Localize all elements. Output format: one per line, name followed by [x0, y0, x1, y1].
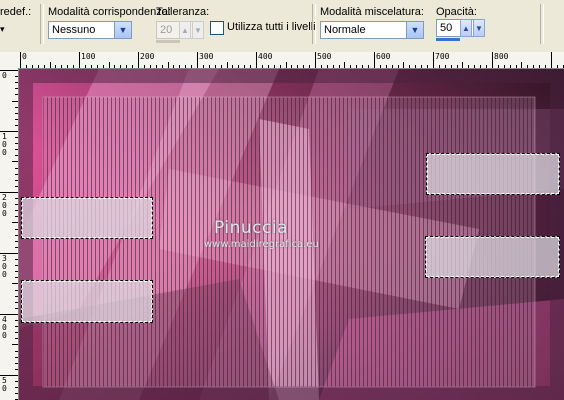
ruler-top-label: 400 — [258, 52, 273, 61]
match-mode-label: Modalità corrispondenza: — [48, 6, 171, 18]
blend-mode-value: Normale — [324, 24, 366, 36]
match-mode-value: Nessuno — [52, 24, 96, 36]
ruler-left-label: 4 0 0 — [2, 315, 7, 340]
blend-mode-select[interactable]: Normale ▼ — [320, 21, 424, 39]
ruler-left-label: 0 — [2, 71, 7, 80]
spinner-up-icon[interactable]: ▲ — [460, 19, 472, 37]
tolerance-spinner[interactable]: 20 ▲ ▼ — [156, 21, 204, 39]
ruler-top-label: 100 — [81, 52, 96, 61]
ruler-left-label: 5 0 — [2, 376, 7, 393]
chevron-down-icon[interactable]: ▼ — [114, 22, 131, 38]
image-canvas[interactable]: Pinuccia www.maidiregrafica.eu — [19, 69, 564, 400]
preset-label: redef.: — [0, 6, 32, 18]
spinner-down-icon[interactable]: ▼ — [473, 19, 485, 37]
tolerance-value: 20 — [160, 24, 173, 36]
spinner-arrows[interactable]: ▲ ▼ — [459, 19, 485, 37]
watermark-title: Pinuccia — [214, 218, 288, 238]
spinner-down-icon[interactable]: ▼ — [192, 21, 204, 39]
ruler-top-label: 300 — [199, 52, 214, 61]
toolbar-separator — [540, 4, 544, 44]
selection-marquee-right-top[interactable] — [426, 153, 560, 195]
selection-marquee-left-bottom[interactable] — [21, 280, 153, 323]
ruler-top-label: 800 — [494, 52, 509, 61]
spinner-up-icon[interactable]: ▲ — [179, 21, 191, 39]
ruler-left-ticks — [0, 70, 18, 400]
toolbar-separator — [312, 4, 316, 44]
watermark-url: www.maidiregrafica.eu — [204, 239, 319, 250]
use-all-layers-checkbox[interactable] — [210, 21, 224, 35]
tool-options-bar: redef.: ▾ Modalità corrispondenza: Nessu… — [0, 0, 564, 53]
ruler-top-ticks — [20, 52, 564, 68]
chevron-down-icon[interactable]: ▼ — [406, 22, 423, 38]
ruler-left: 0 1 0 0 2 0 0 3 0 0 4 0 0 5 0 — [0, 68, 19, 400]
preset-dropdown-arrow-icon[interactable]: ▾ — [0, 24, 5, 35]
ruler-top-label: 0 — [22, 52, 27, 61]
ruler-left-label: 2 0 0 — [2, 193, 7, 218]
selection-marquee-right-bottom[interactable] — [425, 236, 560, 278]
tolerance-slider[interactable] — [156, 40, 180, 43]
ruler-top: 0 100 200 300 400 500 600 700 800 — [18, 52, 564, 69]
match-mode-select[interactable]: Nessuno ▼ — [48, 21, 132, 39]
opacity-label: Opacità: — [436, 6, 477, 18]
tolerance-label: Tolleranza: — [156, 6, 210, 18]
ruler-top-label: 200 — [140, 52, 155, 61]
selection-marquee-left-top[interactable] — [21, 197, 153, 239]
opacity-spinner[interactable]: 50 ▲ ▼ — [436, 19, 485, 37]
toolbar-separator — [40, 4, 44, 44]
use-all-layers-label: Utilizza tutti i livelli — [227, 21, 316, 33]
opacity-value: 50 — [440, 22, 453, 34]
ruler-left-label: 3 0 0 — [2, 254, 7, 279]
ruler-corner — [0, 52, 19, 69]
ruler-top-label: 500 — [317, 52, 332, 61]
blend-mode-label: Modalità miscelatura: — [320, 6, 424, 18]
ruler-top-label: 600 — [376, 52, 391, 61]
ruler-top-label: 700 — [435, 52, 450, 61]
ruler-left-label: 1 0 0 — [2, 132, 7, 157]
opacity-slider[interactable] — [436, 38, 460, 41]
spinner-arrows[interactable]: ▲ ▼ — [178, 21, 204, 39]
